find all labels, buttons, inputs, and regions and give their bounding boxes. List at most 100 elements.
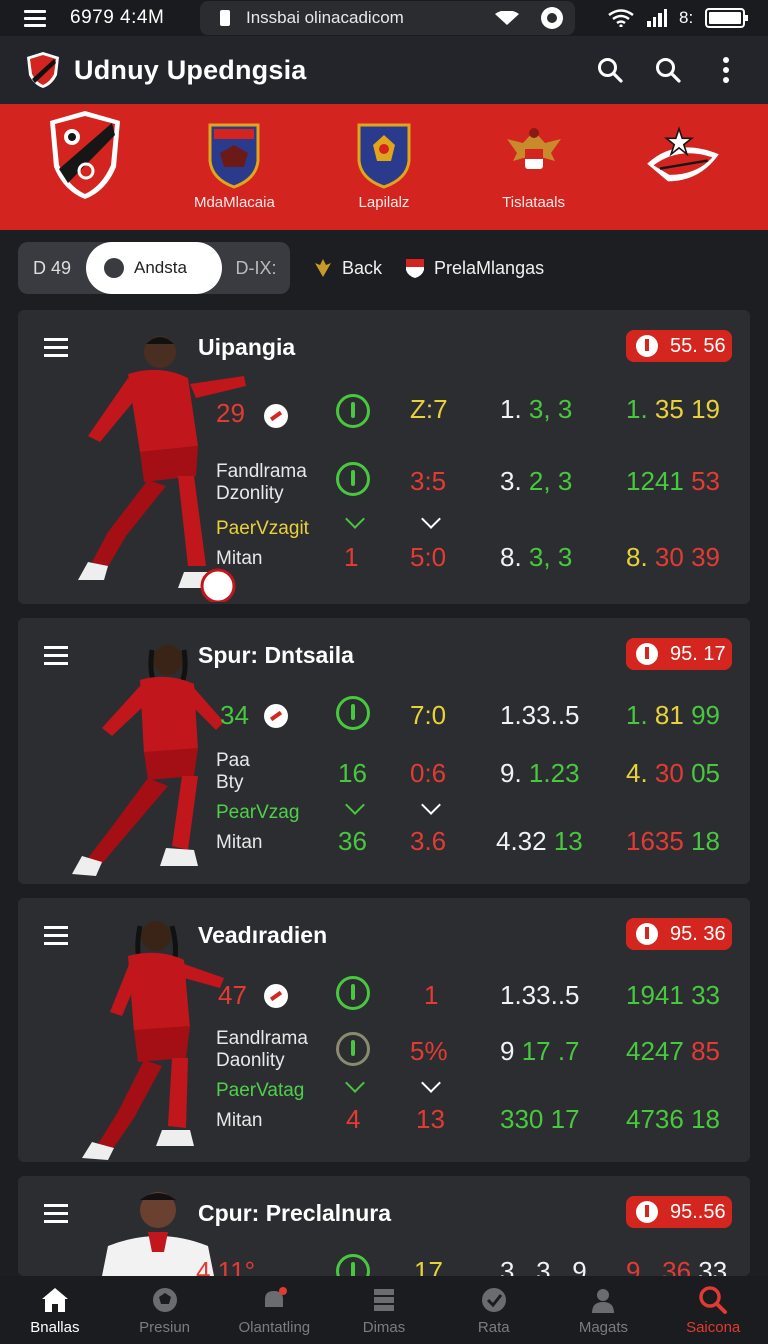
stat-value: 4	[346, 1104, 361, 1134]
timer-icon[interactable]	[336, 976, 370, 1010]
nav-notifications[interactable]: Olantatling	[219, 1276, 329, 1344]
score-value: 5:0	[410, 542, 447, 572]
score-value: 3:5	[410, 466, 447, 496]
nav-search[interactable]: Saicona	[658, 1276, 768, 1344]
stat-label: Fandlrama	[216, 461, 307, 482]
odds-value: 1. 81 99	[626, 700, 720, 730]
nav-label: Saicona	[686, 1318, 741, 1336]
segment-right[interactable]: D-IX:	[222, 258, 290, 279]
stat-label: PearVzag	[216, 802, 300, 823]
segment-active-label: Andsta	[134, 258, 187, 277]
lock-icon	[220, 10, 230, 26]
odds-value: 1941 33	[626, 980, 720, 1010]
stat-label: Mitan	[216, 1110, 263, 1131]
score-value: 17	[414, 1256, 443, 1276]
rating-badge[interactable]: 95. 17	[626, 638, 732, 670]
search-icon	[699, 1285, 728, 1314]
search-icon[interactable]	[590, 50, 630, 90]
nav-profile[interactable]: Magats	[549, 1276, 659, 1344]
flag-shield-icon	[406, 259, 425, 278]
chevron-down-icon[interactable]	[345, 1073, 365, 1093]
rating-badge[interactable]: 55. 56	[626, 330, 732, 362]
gear-icon[interactable]	[541, 7, 563, 29]
nav-label: Magats	[578, 1318, 629, 1336]
odds-value: 9 17 .7	[500, 1036, 580, 1066]
cell-signal-icon	[647, 9, 667, 27]
timer-icon[interactable]	[336, 394, 370, 428]
status-bar: 6979 4:4M Inssbai olinacadicom 8:	[0, 0, 768, 36]
settings-icon[interactable]	[336, 1032, 370, 1066]
segmented-control[interactable]: D 49 Andsta D-IX:	[18, 242, 290, 294]
odds-value: 9. 1.23	[500, 758, 580, 788]
filter-bar: D 49 Andsta D-IX: Back PrelaMlangas	[0, 230, 768, 306]
match-card[interactable]: Veadıradien 95. 36 47 1 1.33..5 1941 33 …	[18, 898, 750, 1162]
bottom-navigation: Bnallas Presiun Olantatling Dimas Rata M…	[0, 1276, 768, 1344]
match-card[interactable]: Spur: Dntsaila 95. 17 34 7:0 1.33..5 1. …	[18, 618, 750, 884]
club-item[interactable]: MdaMlacaia	[169, 122, 299, 212]
card-title: Uipangia	[198, 334, 296, 360]
score-value: 5%	[410, 1036, 448, 1066]
segment-active[interactable]: Andsta	[86, 242, 222, 294]
chevron-down-icon[interactable]	[345, 509, 365, 529]
more-options-icon[interactable]	[706, 50, 746, 90]
home-icon	[41, 1287, 68, 1312]
league-filter-button[interactable]: PrelaMlangas	[404, 257, 544, 279]
nav-home[interactable]: Bnallas	[0, 1276, 110, 1344]
nav-rate[interactable]: Rata	[439, 1276, 549, 1344]
check-badge-icon	[481, 1287, 506, 1312]
league-label: PrelaMlangas	[434, 257, 545, 278]
odds-value: 1.33..5	[500, 980, 580, 1010]
match-card[interactable]: Uipangia 55. 56 29 Z:7 1. 3, 3 1. 35 19 …	[18, 310, 750, 604]
stat-label: PaerVatag	[216, 1080, 305, 1101]
back-label: Back	[342, 257, 383, 278]
search-icon	[104, 258, 124, 278]
club-crest-icon	[46, 111, 124, 199]
score-value: 0:6	[410, 758, 447, 788]
club-item[interactable]: Tislataals	[469, 122, 599, 212]
badge-value: 55. 56	[670, 334, 726, 357]
match-card[interactable]: Cpur: Preclalnura 95..56 4 11° 17 3 . 3 …	[18, 1176, 750, 1276]
rating-badge[interactable]: 95..56	[626, 1196, 732, 1228]
score-value: Z:7	[410, 394, 448, 424]
timer-icon[interactable]	[336, 462, 370, 496]
status-time: 6979 4:4M	[70, 7, 165, 28]
status-extra: 8:	[679, 8, 694, 27]
search-icon-secondary[interactable]	[648, 50, 688, 90]
chevron-down-icon[interactable]	[421, 509, 441, 529]
stat-label: PaerVzagit	[216, 518, 309, 539]
url-bar[interactable]: Inssbai olinacadicom	[200, 1, 575, 35]
back-button[interactable]: Back	[312, 257, 382, 279]
stat-label: Paa	[216, 750, 250, 771]
chevron-down-icon[interactable]	[345, 795, 365, 815]
odds-value: 1.33..5	[500, 700, 580, 730]
club-name: Tislataals	[502, 194, 565, 211]
rating-badge[interactable]: 95. 36	[626, 918, 732, 950]
nav-predictions[interactable]: Presiun	[110, 1276, 220, 1344]
app-bar: Udnuy Upedngsia	[0, 36, 768, 104]
badge-value: 95. 36	[670, 922, 726, 945]
clock-icon	[636, 1201, 658, 1223]
odds-value: 4.32 13	[496, 826, 583, 856]
club-item[interactable]	[618, 114, 748, 220]
timer-icon[interactable]	[336, 1254, 370, 1276]
badge-value: 95. 17	[670, 642, 726, 665]
score-value: 7:0	[410, 700, 447, 730]
segment-left[interactable]: D 49	[18, 258, 86, 279]
hamburger-menu-icon[interactable]	[24, 9, 46, 27]
stat-value: 36	[338, 826, 367, 856]
app-title: Udnuy Upedngsia	[74, 54, 307, 85]
odds-value: 9 . 36 33	[626, 1256, 728, 1276]
timer-icon[interactable]	[336, 696, 370, 730]
club-item[interactable]	[20, 111, 150, 220]
nav-label: Presiun	[139, 1318, 190, 1336]
player-number: 29	[216, 398, 245, 428]
url-text[interactable]: Inssbai olinacadicom	[246, 8, 495, 28]
club-name: Lapilalz	[358, 194, 410, 211]
chevron-down-icon[interactable]	[421, 795, 441, 815]
player-number: 34	[220, 700, 249, 730]
odds-value: 330 17	[500, 1104, 580, 1134]
nav-data[interactable]: Dimas	[329, 1276, 439, 1344]
club-item[interactable]: Lapilalz	[319, 122, 449, 212]
chevron-down-icon[interactable]	[421, 1073, 441, 1093]
ball-icon	[264, 984, 288, 1008]
